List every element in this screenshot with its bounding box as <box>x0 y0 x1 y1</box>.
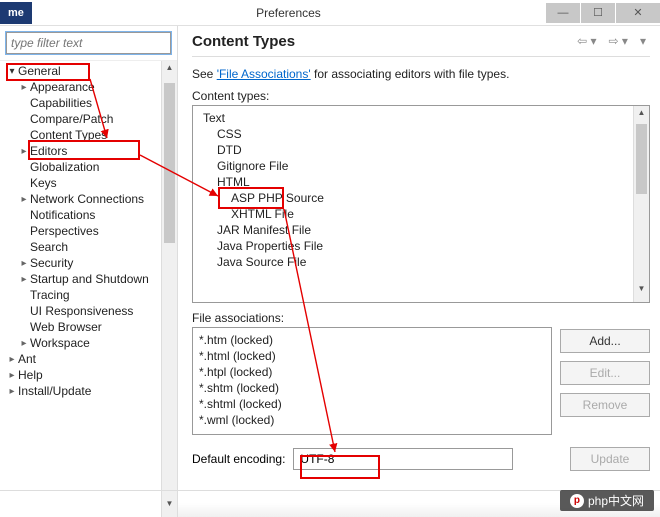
tree-item[interactable]: Ant <box>6 351 161 367</box>
watermark-logo-icon: p <box>570 494 584 508</box>
tree-item[interactable]: Security <box>6 255 161 271</box>
file-association-item[interactable]: *.shtm (locked) <box>199 380 545 396</box>
tree-item-general[interactable]: General <box>6 63 161 79</box>
tree-item[interactable]: Search <box>6 239 161 255</box>
tree-item[interactable]: Capabilities <box>6 95 161 111</box>
file-associations-link[interactable]: 'File Associations' <box>217 67 311 81</box>
default-encoding-input[interactable]: UTF-8 <box>293 448 513 470</box>
tree-item[interactable]: Content Types <box>6 127 161 143</box>
minimize-button[interactable]: — <box>546 3 580 23</box>
tree-item[interactable]: Perspectives <box>6 223 161 239</box>
tree-item[interactable]: Install/Update <box>6 383 161 399</box>
ct-item[interactable]: HTML <box>203 174 629 190</box>
close-button[interactable]: ✕ <box>616 3 660 23</box>
remove-button[interactable]: Remove <box>560 393 650 417</box>
filter-input[interactable] <box>6 32 171 54</box>
ct-item[interactable]: JAR Manifest File <box>203 222 629 238</box>
file-associations-label: File associations: <box>192 311 552 327</box>
page-title: Content Types <box>192 33 573 50</box>
maximize-button[interactable]: ☐ <box>581 3 615 23</box>
scroll-down-icon[interactable]: ▼ <box>634 284 649 300</box>
tree-item[interactable]: Workspace <box>6 335 161 351</box>
ct-item[interactable]: ASP PHP Source <box>203 190 629 206</box>
add-button[interactable]: Add... <box>560 329 650 353</box>
ct-item[interactable]: Java Properties File <box>203 238 629 254</box>
ct-item[interactable]: Java Source File <box>203 254 629 270</box>
tree-item[interactable]: Keys <box>6 175 161 191</box>
tree-item[interactable]: Tracing <box>6 287 161 303</box>
file-association-item[interactable]: *.html (locked) <box>199 348 545 364</box>
tree-item[interactable]: Appearance <box>6 79 161 95</box>
content-types-tree-box: TextCSSDTDGitignore FileHTMLASP PHP Sour… <box>192 105 650 303</box>
ct-item[interactable]: DTD <box>203 142 629 158</box>
content-types-scrollbar[interactable]: ▲ ▼ <box>633 106 649 302</box>
content-types-label: Content types: <box>192 89 650 105</box>
nav-scrollbar[interactable]: ▲ ▼ <box>161 61 177 517</box>
ct-item[interactable]: CSS <box>203 126 629 142</box>
tree-item[interactable]: Web Browser <box>6 319 161 335</box>
preferences-nav-panel: GeneralAppearanceCapabilitiesCompare/Pat… <box>0 26 178 517</box>
forward-icon[interactable]: ⇨ ▾ <box>605 32 632 50</box>
tree-item[interactable]: UI Responsiveness <box>6 303 161 319</box>
preferences-tree[interactable]: GeneralAppearanceCapabilitiesCompare/Pat… <box>0 61 161 517</box>
content-types-tree[interactable]: TextCSSDTDGitignore FileHTMLASP PHP Sour… <box>193 106 633 302</box>
tree-item[interactable]: Compare/Patch <box>6 111 161 127</box>
window-titlebar: me Preferences — ☐ ✕ <box>0 0 660 26</box>
tree-item[interactable]: Editors <box>6 143 161 159</box>
watermark-text: php中文网 <box>588 492 644 509</box>
ct-item[interactable]: XHTML File <box>203 206 629 222</box>
file-association-item[interactable]: *.htpl (locked) <box>199 364 545 380</box>
watermark: p php中文网 <box>560 490 654 511</box>
scroll-down-icon[interactable]: ▼ <box>162 499 177 515</box>
description-text: See 'File Associations' for associating … <box>192 57 650 89</box>
tree-item[interactable]: Notifications <box>6 207 161 223</box>
tree-item[interactable]: Help <box>6 367 161 383</box>
tree-item[interactable]: Startup and Shutdown <box>6 271 161 287</box>
file-association-item[interactable]: *.wml (locked) <box>199 412 545 428</box>
file-association-item[interactable]: *.shtml (locked) <box>199 396 545 412</box>
scroll-up-icon[interactable]: ▲ <box>634 108 649 124</box>
scroll-up-icon[interactable]: ▲ <box>162 63 177 79</box>
scroll-thumb[interactable] <box>636 124 647 194</box>
update-button[interactable]: Update <box>570 447 650 471</box>
file-association-item[interactable]: *.htm (locked) <box>199 332 545 348</box>
scroll-thumb[interactable] <box>164 83 175 243</box>
preferences-content-panel: Content Types ⇦ ▾ ⇨ ▾ ▾ See 'File Associ… <box>178 26 660 517</box>
edit-button[interactable]: Edit... <box>560 361 650 385</box>
window-title: Preferences <box>32 6 545 20</box>
app-badge: me <box>0 2 32 24</box>
menu-icon[interactable]: ▾ <box>636 32 650 50</box>
ct-item[interactable]: Gitignore File <box>203 158 629 174</box>
default-encoding-label: Default encoding: <box>192 452 285 466</box>
tree-item[interactable]: Network Connections <box>6 191 161 207</box>
tree-item[interactable]: Globalization <box>6 159 161 175</box>
ct-item-text[interactable]: Text <box>203 110 629 126</box>
file-associations-list[interactable]: *.htm (locked)*.html (locked)*.htpl (loc… <box>192 327 552 435</box>
back-icon[interactable]: ⇦ ▾ <box>573 32 600 50</box>
